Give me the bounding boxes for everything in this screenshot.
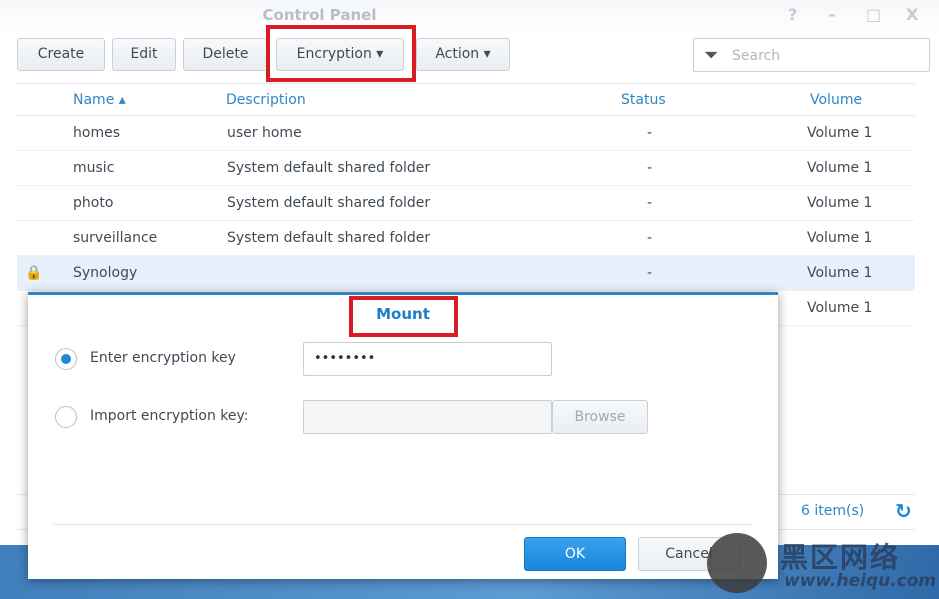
window-title: Control Panel: [262, 6, 377, 24]
row-volume: Volume 1: [807, 195, 873, 211]
column-description[interactable]: Description: [226, 84, 306, 116]
mount-dialog: Mount Enter encryption key •••••••• Impo…: [28, 292, 778, 579]
row-name: photo: [73, 195, 114, 211]
row-volume: Volume 1: [807, 265, 873, 281]
search-input[interactable]: ⏷ Search: [693, 38, 930, 72]
divider: [53, 524, 753, 525]
column-status[interactable]: Status: [621, 84, 666, 116]
row-volume: Volume 1: [807, 160, 873, 176]
row-name: surveillance: [73, 230, 158, 246]
refresh-icon[interactable]: ↻: [895, 499, 912, 523]
row-volume: Volume 1: [807, 125, 873, 141]
table-row[interactable]: surveillance System default shared folder…: [17, 221, 915, 256]
minimize-icon[interactable]: –: [828, 0, 836, 30]
watermark-logo: [707, 533, 767, 593]
row-description: user home: [227, 125, 302, 141]
enter-key-radio[interactable]: [55, 348, 77, 370]
highlight-box: [349, 296, 458, 337]
row-volume: Volume 1: [807, 230, 873, 246]
row-name: music: [73, 160, 115, 176]
browse-button[interactable]: Browse: [552, 400, 648, 434]
table-row[interactable]: homes user home - Volume 1: [17, 116, 915, 151]
lock-icon: 🔒: [25, 265, 43, 281]
row-status: -: [647, 230, 653, 246]
highlight-box: [266, 25, 416, 82]
item-count: 6 item(s): [801, 503, 865, 519]
row-status: -: [647, 125, 653, 141]
help-icon[interactable]: ?: [788, 0, 797, 30]
row-name: homes: [73, 125, 120, 141]
row-status: -: [647, 195, 653, 211]
edit-button[interactable]: Edit: [112, 38, 176, 71]
row-description: System default shared folder: [227, 195, 431, 211]
maximize-icon[interactable]: □: [866, 0, 881, 30]
ok-button[interactable]: OK: [524, 537, 626, 571]
row-status: -: [647, 160, 653, 176]
table-header: Name ▴ Description Status Volume: [17, 83, 915, 116]
enter-key-label: Enter encryption key: [90, 350, 236, 366]
column-volume[interactable]: Volume: [810, 84, 862, 116]
import-key-radio[interactable]: [55, 406, 77, 428]
encryption-key-input[interactable]: ••••••••: [303, 342, 552, 376]
table-row[interactable]: photo System default shared folder - Volume…: [17, 186, 915, 221]
watermark-url: www.heiqu.com: [784, 571, 937, 591]
action-button[interactable]: Action ▾: [416, 38, 510, 71]
watermark-text: 黑区网络: [780, 541, 901, 574]
filter-icon: ⏷: [704, 45, 719, 66]
row-name: Synology: [73, 265, 138, 281]
import-key-file-input[interactable]: [303, 400, 552, 434]
title-bar: Control Panel ? – □ X: [0, 0, 939, 32]
row-status: -: [647, 265, 653, 281]
close-icon[interactable]: X: [906, 0, 918, 30]
import-key-label: Import encryption key:: [90, 408, 249, 424]
row-volume: Volume 1: [807, 300, 873, 316]
search-placeholder: Search: [732, 48, 781, 64]
column-name[interactable]: Name ▴: [73, 84, 126, 116]
row-description: System default shared folder: [227, 230, 431, 246]
delete-button[interactable]: Delete: [183, 38, 268, 71]
create-button[interactable]: Create: [17, 38, 105, 71]
table-row[interactable]: music System default shared folder - Volume…: [17, 151, 915, 186]
table-row-selected[interactable]: 🔒 Synology - Volume 1: [17, 256, 915, 291]
row-description: System default shared folder: [227, 160, 431, 176]
